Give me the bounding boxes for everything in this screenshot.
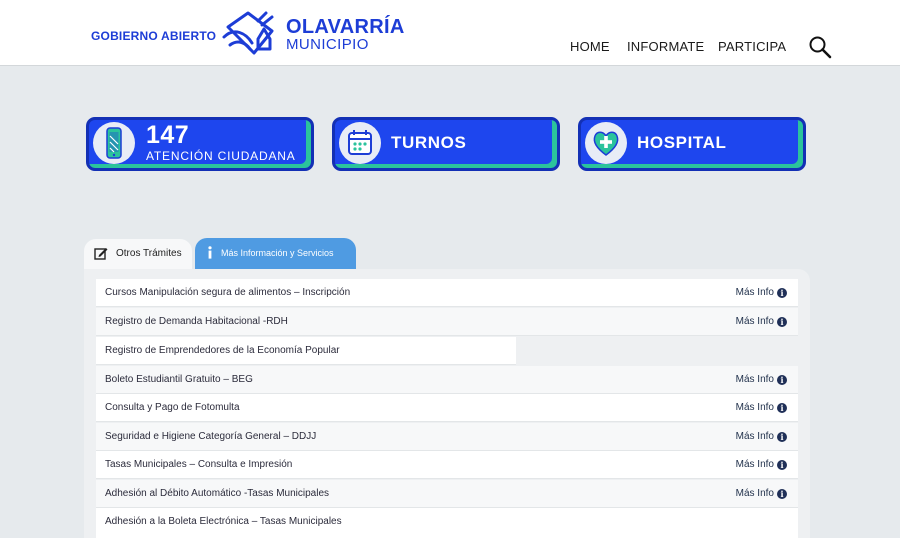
card-147-label: ATENCIÓN CIUDADANA: [146, 149, 296, 163]
list-item-title[interactable]: Consulta y Pago de Fotomulta: [105, 402, 240, 413]
list-item-title[interactable]: Registro de Emprendedores de la Economía…: [105, 345, 340, 356]
info-icon: i: [777, 403, 787, 413]
info-icon: i: [777, 460, 787, 470]
calendar-icon: [339, 122, 381, 164]
info-icon: [208, 246, 212, 259]
mas-info-link[interactable]: Más Info i: [736, 316, 787, 327]
mas-info-link[interactable]: Más Info i: [736, 287, 787, 298]
mas-info-link[interactable]: Más Info i: [736, 402, 787, 413]
list-item-title[interactable]: Seguridad e Higiene Categoría General – …: [105, 431, 316, 442]
mas-info-link[interactable]: Más Info i: [736, 431, 787, 442]
gobierno-abierto-link[interactable]: GOBIERNO ABIERTO: [91, 29, 216, 43]
list-item-title[interactable]: Adhesión a la Boleta Electrónica – Tasas…: [105, 516, 342, 527]
card-turnos[interactable]: TURNOS: [332, 117, 560, 171]
mas-info-link[interactable]: Más Info i: [736, 459, 787, 470]
list-item-title[interactable]: Registro de Demanda Habitacional -RDH: [105, 316, 288, 327]
logo-mark-icon[interactable]: [220, 9, 280, 57]
tab-mas-informacion[interactable]: Más Información y Servicios: [195, 238, 356, 269]
mas-info-link[interactable]: Más Info i: [736, 374, 787, 385]
list-item[interactable]: Registro de Emprendedores de la Economía…: [96, 337, 516, 365]
site-header: GOBIERNO ABIERTO OLAVARRÍA MUNICIPIO HOM…: [0, 0, 900, 66]
tab-otros-tramites[interactable]: Otros Trámites: [84, 239, 192, 269]
list-item-title[interactable]: Tasas Municipales – Consulta e Impresión: [105, 459, 292, 470]
heart-cross-icon: [585, 122, 627, 164]
tab-otros-tramites-label: Otros Trámites: [116, 248, 182, 259]
list-item[interactable]: Boleto Estudiantil Gratuito – BEG Más In…: [96, 366, 798, 394]
brand[interactable]: OLAVARRÍA MUNICIPIO: [286, 17, 405, 53]
info-icon: i: [777, 432, 787, 442]
info-icon: i: [777, 489, 787, 499]
info-icon: i: [777, 288, 787, 298]
tab-mas-informacion-label: Más Información y Servicios: [221, 248, 334, 258]
nav-informate[interactable]: INFORMATE: [627, 39, 704, 54]
nav-home[interactable]: HOME: [570, 39, 610, 54]
phone-icon: [93, 122, 135, 164]
list-item-title[interactable]: Adhesión al Débito Automático -Tasas Mun…: [105, 488, 329, 499]
list-item[interactable]: Registro de Demanda Habitacional -RDH Má…: [96, 308, 798, 336]
list-item-title[interactable]: Boleto Estudiantil Gratuito – BEG: [105, 374, 253, 385]
search-icon[interactable]: [808, 35, 832, 59]
nav-participa[interactable]: PARTICIPA: [718, 39, 786, 54]
list-item[interactable]: Cursos Manipulación segura de alimentos …: [96, 279, 798, 307]
info-icon: i: [777, 317, 787, 327]
list-item[interactable]: Seguridad e Higiene Categoría General – …: [96, 423, 798, 451]
brand-title: OLAVARRÍA: [286, 16, 405, 38]
list-item[interactable]: Adhesión a la Boleta Electrónica – Tasas…: [96, 508, 798, 538]
list-item[interactable]: Consulta y Pago de Fotomulta Más Info i: [96, 394, 798, 422]
list-item-title[interactable]: Cursos Manipulación segura de alimentos …: [105, 287, 350, 298]
card-hospital[interactable]: HOSPITAL: [578, 117, 806, 171]
card-turnos-label: TURNOS: [391, 133, 467, 152]
list-item[interactable]: Tasas Municipales – Consulta e Impresión…: [96, 451, 798, 479]
card-hospital-label: HOSPITAL: [637, 133, 727, 152]
info-icon: i: [777, 375, 787, 385]
mas-info-link[interactable]: Más Info i: [736, 488, 787, 499]
card-147-number: 147: [146, 121, 190, 149]
list-item[interactable]: Adhesión al Débito Automático -Tasas Mun…: [96, 480, 798, 508]
card-atencion-ciudadana[interactable]: 147 ATENCIÓN CIUDADANA: [86, 117, 314, 171]
brand-subtitle: MUNICIPIO: [286, 36, 369, 53]
edit-icon: [94, 248, 108, 260]
